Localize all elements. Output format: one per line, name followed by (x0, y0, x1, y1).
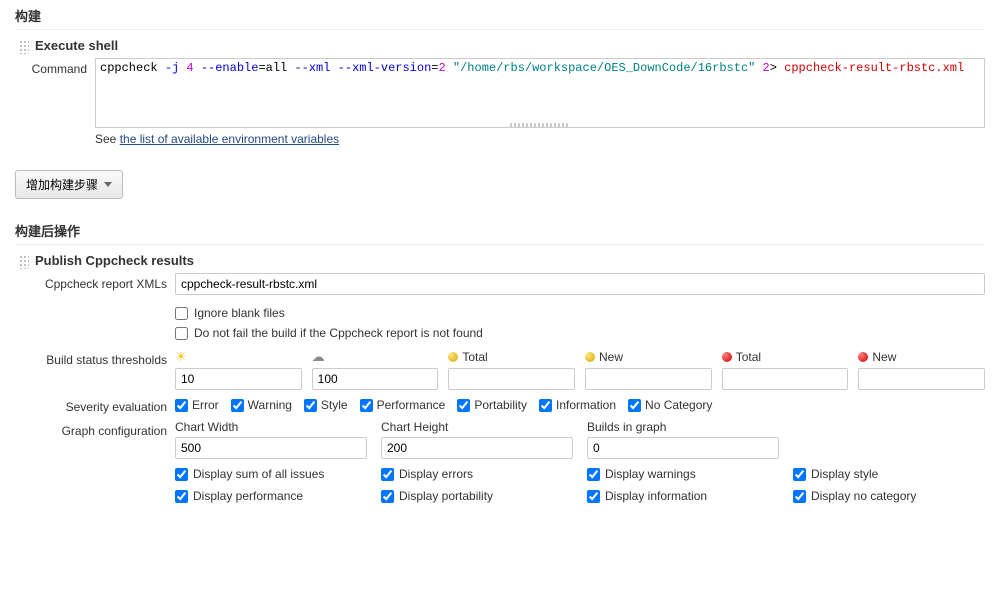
post-build-section-title: 构建后操作 (15, 215, 985, 245)
xml-label: Cppcheck report XMLs (15, 273, 175, 291)
yellow-dot-icon (448, 352, 458, 362)
threshold-rnew-input[interactable] (858, 368, 985, 390)
threshold-cloudy-input[interactable] (312, 368, 439, 390)
severity-label: Severity evaluation (15, 396, 175, 414)
ignore-blank-label: Ignore blank files (194, 306, 285, 320)
builds-in-graph-label: Builds in graph (587, 420, 779, 434)
chevron-down-icon (104, 182, 112, 187)
threshold-ytotal-input[interactable] (448, 368, 575, 390)
yellow-dot-icon (585, 352, 595, 362)
env-vars-link[interactable]: the list of available environment variab… (120, 132, 339, 146)
sev-performance-checkbox[interactable] (360, 399, 373, 412)
no-fail-label: Do not fail the build if the Cppcheck re… (194, 326, 483, 340)
execute-shell-title: Execute shell (35, 38, 118, 53)
cppcheck-xml-input[interactable] (175, 273, 985, 295)
drag-handle-icon[interactable] (19, 255, 29, 269)
sev-error-checkbox[interactable] (175, 399, 188, 412)
command-label: Command (19, 58, 95, 76)
resize-grip-icon[interactable] (510, 123, 570, 127)
sev-information-checkbox[interactable] (539, 399, 552, 412)
add-build-step-button[interactable]: 增加构建步骤 (15, 170, 123, 199)
build-section-title: 构建 (15, 0, 985, 30)
ignore-blank-checkbox[interactable] (175, 307, 188, 320)
threshold-rtotal-input[interactable] (722, 368, 849, 390)
command-textarea[interactable]: cppcheck -j 4 --enable=all --xml --xml-v… (95, 58, 985, 128)
chart-height-input[interactable] (381, 437, 573, 459)
drag-handle-icon[interactable] (19, 40, 29, 54)
disp-errors-checkbox[interactable] (381, 468, 394, 481)
disp-portability-checkbox[interactable] (381, 490, 394, 503)
chart-width-input[interactable] (175, 437, 367, 459)
disp-performance-checkbox[interactable] (175, 490, 188, 503)
disp-nocat-checkbox[interactable] (793, 490, 806, 503)
disp-warnings-checkbox[interactable] (587, 468, 600, 481)
graph-config-label: Graph configuration (15, 420, 175, 438)
sev-warning-checkbox[interactable] (231, 399, 244, 412)
threshold-sunny-input[interactable] (175, 368, 302, 390)
sev-nocat-checkbox[interactable] (628, 399, 641, 412)
chart-width-label: Chart Width (175, 420, 367, 434)
red-dot-icon (858, 352, 868, 362)
sev-style-checkbox[interactable] (304, 399, 317, 412)
help-text: See the list of available environment va… (95, 132, 985, 146)
disp-sum-checkbox[interactable] (175, 468, 188, 481)
sev-portability-checkbox[interactable] (457, 399, 470, 412)
no-fail-checkbox[interactable] (175, 327, 188, 340)
thresholds-label: Build status thresholds (15, 349, 175, 367)
sun-icon: ☀ (175, 349, 187, 365)
publish-cppcheck-title: Publish Cppcheck results (35, 253, 194, 268)
threshold-ynew-input[interactable] (585, 368, 712, 390)
disp-style-checkbox[interactable] (793, 468, 806, 481)
red-dot-icon (722, 352, 732, 362)
disp-information-checkbox[interactable] (587, 490, 600, 503)
chart-height-label: Chart Height (381, 420, 573, 434)
cloud-icon: ☁ (312, 349, 325, 365)
builds-in-graph-input[interactable] (587, 437, 779, 459)
